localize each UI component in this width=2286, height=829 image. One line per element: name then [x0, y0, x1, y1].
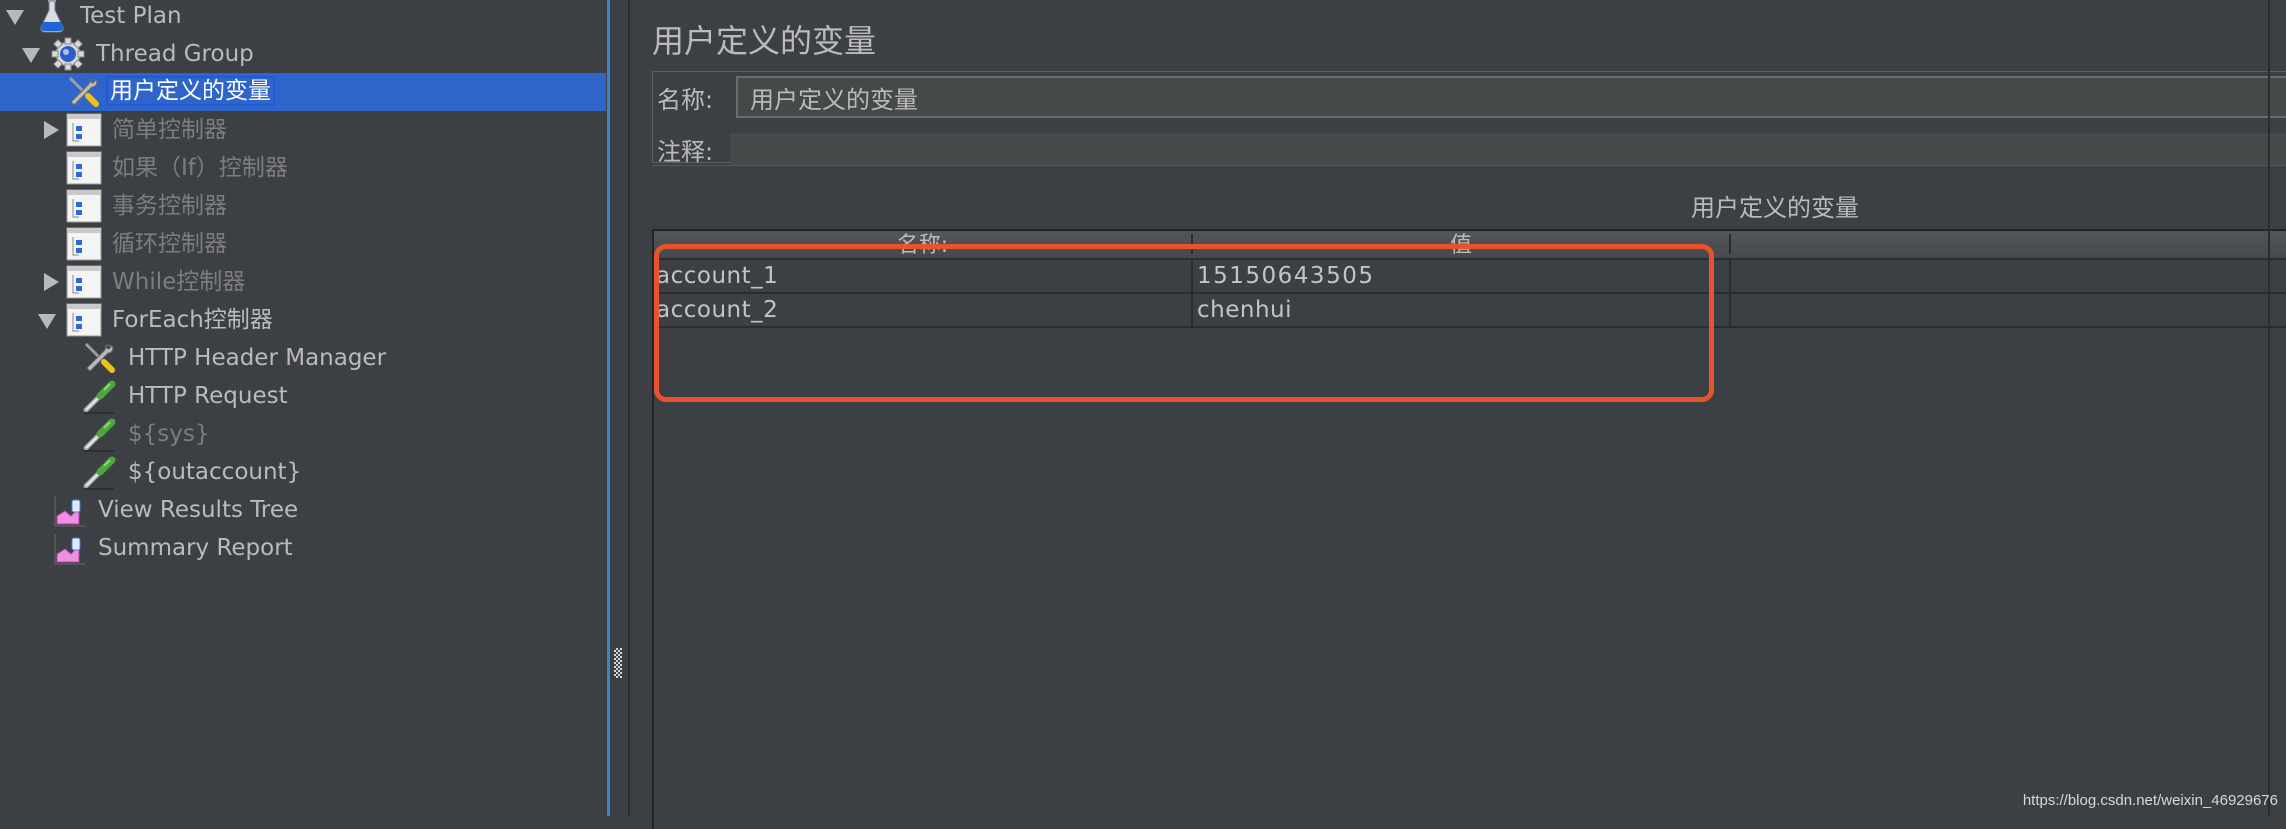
tree-item-label: HTTP Request [128, 383, 288, 409]
tree-item-label: 事务控制器 [112, 193, 227, 219]
controller-icon [66, 226, 102, 262]
tree-item-label: Summary Report [98, 535, 293, 561]
cell-divider [1191, 294, 1193, 326]
table-row[interactable]: account_1 15150643505 [654, 260, 2286, 294]
cell-description[interactable] [1733, 260, 2286, 292]
variables-table: 名称: 值 描述 account_1 15150643505 account_2… [652, 229, 2286, 829]
tree-item[interactable]: ${sys} [0, 415, 606, 453]
watermark: https://blog.csdn.net/weixin_46929676 [2022, 792, 2278, 809]
tree-item-label: ${outaccount} [128, 459, 302, 485]
comment-label: 注释: [657, 138, 714, 166]
tree-item[interactable]: Thread Group [0, 35, 606, 73]
gear-icon [50, 36, 86, 72]
tree-item-label: ForEach控制器 [112, 307, 273, 333]
table-title: 用户定义的变量 [1691, 194, 1859, 222]
pipette-icon [82, 416, 118, 452]
cell-name[interactable]: account_2 [654, 294, 1191, 326]
tree-item[interactable]: ForEach控制器 [0, 301, 606, 339]
tree-item[interactable]: 用户定义的变量 [0, 73, 606, 111]
tree-item[interactable]: Test Plan [0, 0, 606, 35]
tree-item[interactable]: Summary Report [0, 529, 606, 567]
tree-item-label: Thread Group [96, 41, 254, 67]
name-input[interactable] [736, 76, 2286, 118]
flask-icon [34, 0, 70, 34]
cell-divider [1729, 260, 1731, 292]
controller-icon [66, 150, 102, 186]
user-defined-variables-panel: 用户定义的变量 名称: 注释: 用户定义的变量 名称: 值 描述 account… [630, 0, 2286, 829]
tree-item-label: 如果（If）控制器 [112, 155, 288, 181]
tree-item-label: HTTP Header Manager [128, 345, 387, 371]
table-header: 名称: 值 描述 [654, 231, 2286, 260]
wrench-screwdriver-icon [66, 74, 102, 110]
tree-item[interactable]: 简单控制器 [0, 111, 606, 149]
tree-item[interactable]: View Results Tree [0, 491, 606, 529]
tree-item[interactable]: 如果（If）控制器 [0, 149, 606, 187]
cell-value[interactable]: 15150643505 [1195, 260, 1729, 292]
cell-value[interactable]: chenhui [1195, 294, 1729, 326]
test-plan-tree: Test Plan Thread Group 用户定义的变量简单控制器如果（If）控… [0, 0, 608, 816]
cell-divider [1191, 260, 1193, 292]
panel-title: 用户定义的变量 [652, 22, 877, 60]
controller-icon [66, 302, 102, 338]
controller-icon [66, 112, 102, 148]
cell-divider [1729, 294, 1731, 326]
column-header-name[interactable]: 名称: [654, 231, 1191, 258]
splitter-divider[interactable] [607, 0, 610, 816]
column-header-description[interactable]: 描述 [1731, 231, 2286, 258]
tree-item-label: While控制器 [112, 269, 246, 295]
expand-arrow-right-icon[interactable] [44, 121, 59, 139]
tree-item-label: 简单控制器 [112, 117, 227, 143]
tree-item-label: 循环控制器 [112, 231, 227, 257]
expand-arrow-down-icon[interactable] [38, 314, 56, 329]
controller-icon [66, 264, 102, 300]
expand-arrow-down-icon[interactable] [6, 10, 24, 25]
tree-item-label: ${sys} [128, 421, 210, 447]
tree-item[interactable]: 循环控制器 [0, 225, 606, 263]
tree-item[interactable]: ${outaccount} [0, 453, 606, 491]
panel-right-border [2268, 0, 2270, 816]
cell-name[interactable]: account_1 [654, 260, 1191, 292]
cell-description[interactable] [1733, 294, 2286, 326]
table-row[interactable]: account_2 chenhui [654, 294, 2286, 328]
pipette-icon [82, 378, 118, 414]
graph-listener-icon [52, 492, 88, 528]
tree-item-label: Test Plan [80, 3, 182, 29]
tree-item[interactable]: HTTP Header Manager [0, 339, 606, 377]
expand-arrow-right-icon[interactable] [44, 273, 59, 291]
wrench-screwdriver-icon [82, 340, 118, 376]
tree-item-label: 用户定义的变量 [106, 76, 275, 106]
tree-item[interactable]: 事务控制器 [0, 187, 606, 225]
tree-item-label: View Results Tree [98, 497, 299, 523]
graph-listener-icon [52, 530, 88, 566]
section-separator [652, 165, 2286, 166]
pipette-icon [82, 454, 118, 490]
name-label: 名称: [657, 86, 714, 114]
tree-item[interactable]: While控制器 [0, 263, 606, 301]
splitter-grip-icon[interactable] [614, 648, 622, 678]
comment-input[interactable] [730, 133, 2286, 165]
expand-arrow-down-icon[interactable] [22, 48, 40, 63]
controller-icon [66, 188, 102, 224]
column-header-value[interactable]: 值 [1193, 231, 1729, 258]
name-comment-group: 名称: 注释: [652, 71, 2286, 166]
tree-item[interactable]: HTTP Request [0, 377, 606, 415]
